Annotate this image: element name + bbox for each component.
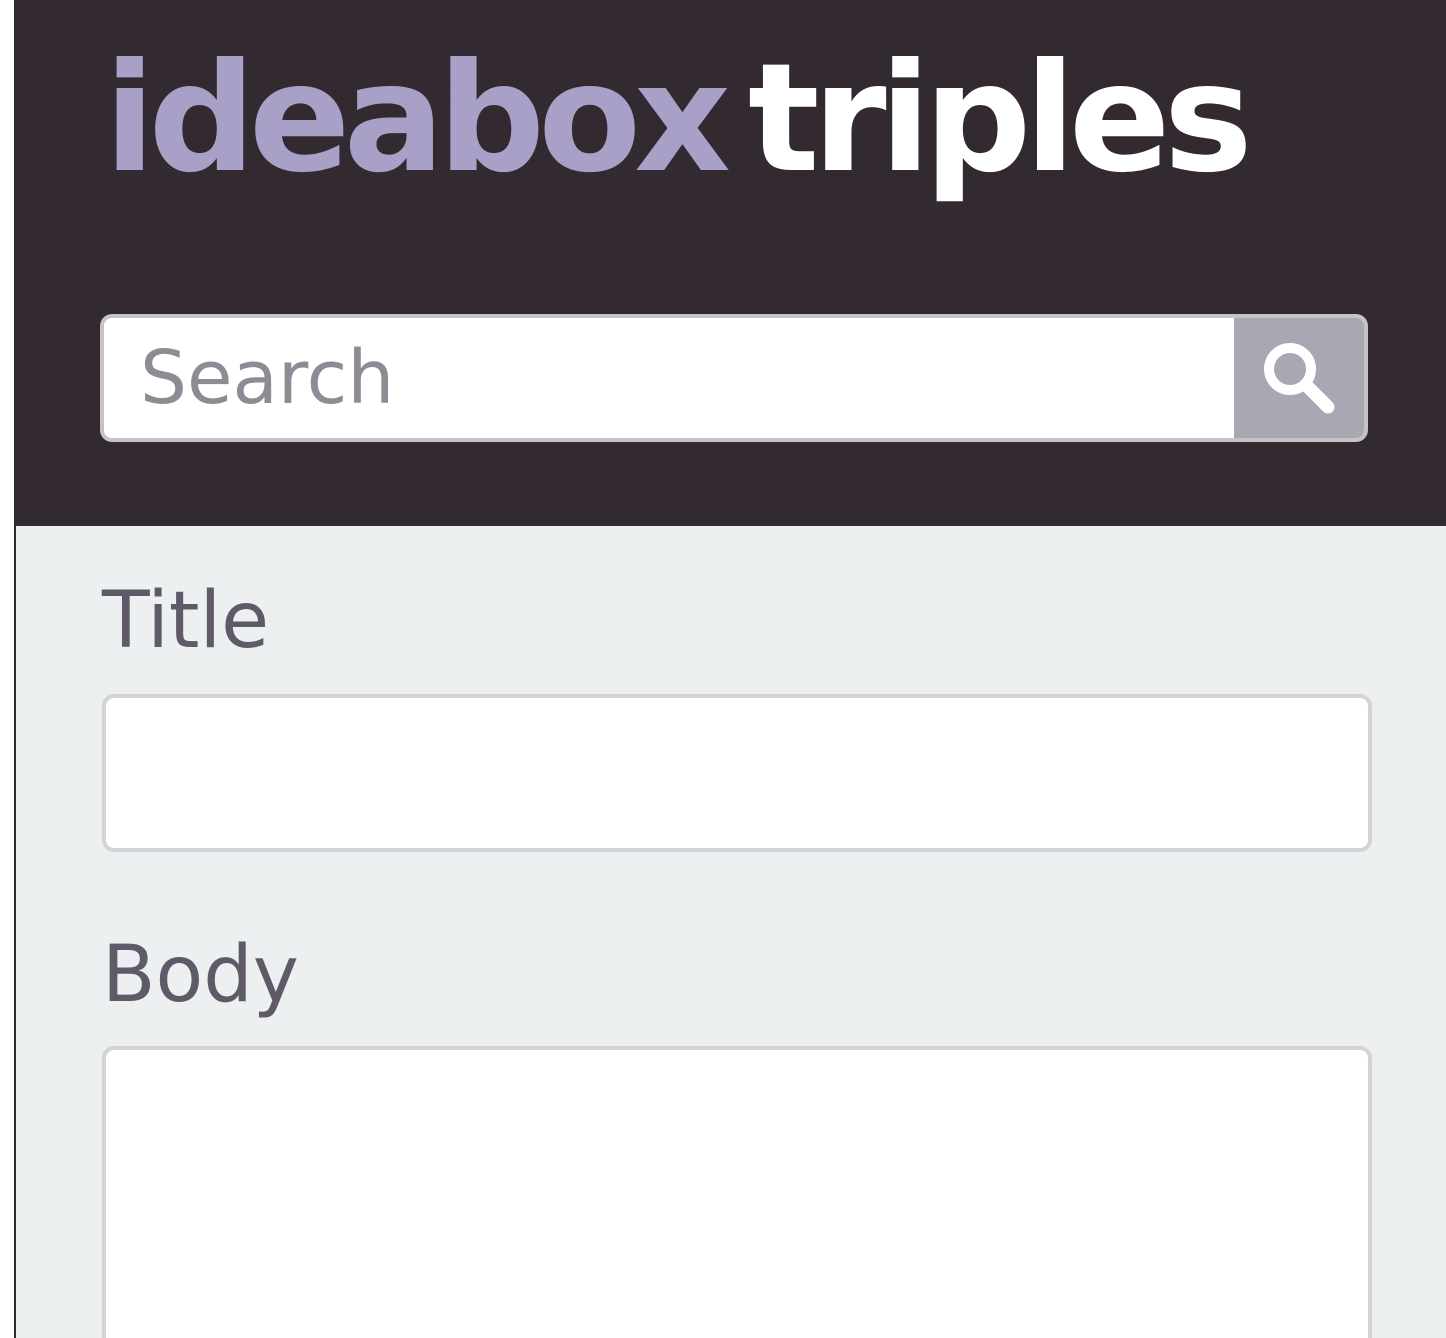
body-label: Body	[102, 930, 299, 1020]
search-button[interactable]	[1234, 318, 1364, 438]
title-input[interactable]	[102, 694, 1372, 852]
app-header: ideabox triples	[16, 0, 1446, 526]
search-input[interactable]	[104, 318, 1234, 438]
search-bar	[100, 314, 1368, 442]
app-logo: ideabox triples	[104, 44, 1253, 194]
body-textarea[interactable]	[102, 1046, 1372, 1338]
title-label: Title	[102, 576, 270, 666]
logo-triples: triples	[747, 32, 1253, 206]
idea-form: Title Body	[16, 526, 1446, 1338]
logo-ideabox: ideabox	[104, 32, 731, 206]
page: ideaboxtriples Title Body	[0, 0, 1446, 1338]
search-icon	[1264, 343, 1335, 414]
window-edge	[0, 0, 16, 1338]
